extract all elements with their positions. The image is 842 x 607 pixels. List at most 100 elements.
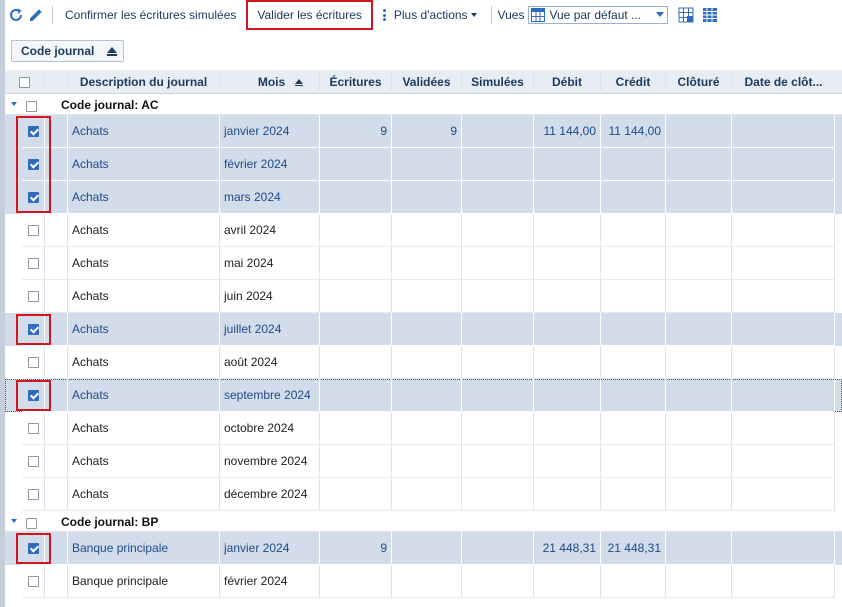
cell-closed [666,247,732,280]
row-checkbox[interactable] [27,575,39,587]
table-row[interactable]: Achats août 2024 [5,346,842,379]
table-row[interactable]: Achats octobre 2024 [5,412,842,445]
more-actions-button[interactable]: Plus d'actions [382,8,477,22]
table-row[interactable]: Banque principale février 2024 [5,565,842,598]
cell-debit [534,247,601,280]
row-checkbox[interactable] [27,389,39,401]
cell-validated [392,565,462,598]
group-checkbox[interactable] [26,101,37,112]
row-checkbox[interactable] [27,323,39,335]
cell-close-date [732,565,835,598]
row-checkbox[interactable] [27,455,39,467]
cell-closed [666,214,732,247]
row-checkbox[interactable] [27,257,39,269]
table-row[interactable]: Achats février 2024 [5,148,842,181]
cell-debit [534,379,601,412]
column-header-credit[interactable]: Crédit [601,70,666,94]
row-checkbox[interactable] [27,488,39,500]
collapse-triangle-icon[interactable] [11,519,17,523]
cell-spacer [45,148,68,181]
cell-validated [392,148,462,181]
cell-debit [534,346,601,379]
table-row[interactable]: Achats novembre 2024 [5,445,842,478]
cell-validated [392,412,462,445]
cell-spacer [45,532,68,565]
cell-close-date [732,412,835,445]
cell-credit [601,148,666,181]
cell-debit [534,565,601,598]
cell-description: Achats [68,346,220,379]
row-checkbox[interactable] [27,290,39,302]
cell-debit [534,445,601,478]
pencil-icon[interactable] [26,4,46,26]
table-row[interactable]: Achats mars 2024 [5,181,842,214]
column-header-month[interactable]: Mois [220,70,320,94]
row-checkbox[interactable] [27,422,39,434]
cell-entries [320,565,392,598]
row-checkbox[interactable] [27,356,39,368]
views-label: Vues [497,8,525,22]
cell-closed [666,565,732,598]
cell-checkbox [22,379,45,412]
column-header-close-date[interactable]: Date de clôt... [732,70,835,94]
cell-debit: 21 448,31 [534,532,601,565]
toolbar: Confirmer les écritures simulées Valider… [5,0,842,30]
table-row[interactable]: Banque principale janvier 2024 9 21 448,31 2… [5,532,842,565]
cell-month: mai 2024 [220,247,320,280]
table-row[interactable]: Achats décembre 2024 [5,478,842,511]
refresh-icon[interactable] [6,4,26,26]
grid-header: Description du journal Mois Écritures Va… [5,70,842,94]
cell-close-date [732,532,835,565]
column-header-simulated[interactable]: Simulées [462,70,534,94]
cell-credit [601,181,666,214]
cell-month: novembre 2024 [220,445,320,478]
view-select[interactable]: Vue par défaut ... [528,6,669,24]
cell-month: septembre 2024 [220,379,320,412]
table-row[interactable]: Achats janvier 2024 9 9 11 144,00 11 144,00 [5,115,842,148]
row-checkbox[interactable] [27,125,39,137]
row-checkbox[interactable] [27,224,39,236]
cell-entries [320,214,392,247]
column-header-validated[interactable]: Validées [392,70,462,94]
journal-grid: Description du journal Mois Écritures Va… [5,70,842,607]
table-row[interactable]: Achats mai 2024 [5,247,842,280]
cell-spacer [45,313,68,346]
cell-checkbox [22,478,45,511]
row-checkbox[interactable] [27,191,39,203]
cell-checkbox [22,445,45,478]
cell-description: Achats [68,181,220,214]
cell-month: février 2024 [220,565,320,598]
group-checkbox[interactable] [26,518,37,529]
group-title: Code journal: AC [61,98,159,112]
column-header-debit[interactable]: Débit [534,70,601,94]
table-row[interactable]: Achats juillet 2024 [5,313,842,346]
cell-spacer [45,181,68,214]
collapse-triangle-icon[interactable] [11,102,17,106]
row-checkbox[interactable] [27,158,39,170]
column-header-closed[interactable]: Clôturé [666,70,732,94]
cell-description: Achats [68,412,220,445]
row-checkbox[interactable] [27,542,39,554]
cell-entries [320,181,392,214]
validate-entries-button[interactable]: Valider les écritures [246,0,373,30]
table-row[interactable]: Achats septembre 2024 [5,379,842,412]
grid-settings-icon[interactable] [676,4,696,26]
sort-ascending-icon [107,47,117,56]
cell-simulated [462,478,534,511]
cell-description: Achats [68,313,220,346]
table-row[interactable]: Achats juin 2024 [5,280,842,313]
confirm-simulated-entries-button[interactable]: Confirmer les écritures simulées [59,8,242,22]
column-header-entries[interactable]: Écritures [320,70,392,94]
grid-layout-icon[interactable] [700,4,720,26]
select-all-checkbox[interactable] [19,76,30,88]
cell-spacer [45,478,68,511]
cell-entries: 9 [320,532,392,565]
cell-credit [601,478,666,511]
column-header-month-label: Mois [257,75,286,89]
cell-close-date [732,379,835,412]
column-header-description[interactable]: Description du journal [68,70,220,94]
table-row[interactable]: Achats avril 2024 [5,214,842,247]
cell-checkbox [22,532,45,565]
group-by-chip[interactable]: Code journal [11,40,124,62]
cell-checkbox [22,247,45,280]
